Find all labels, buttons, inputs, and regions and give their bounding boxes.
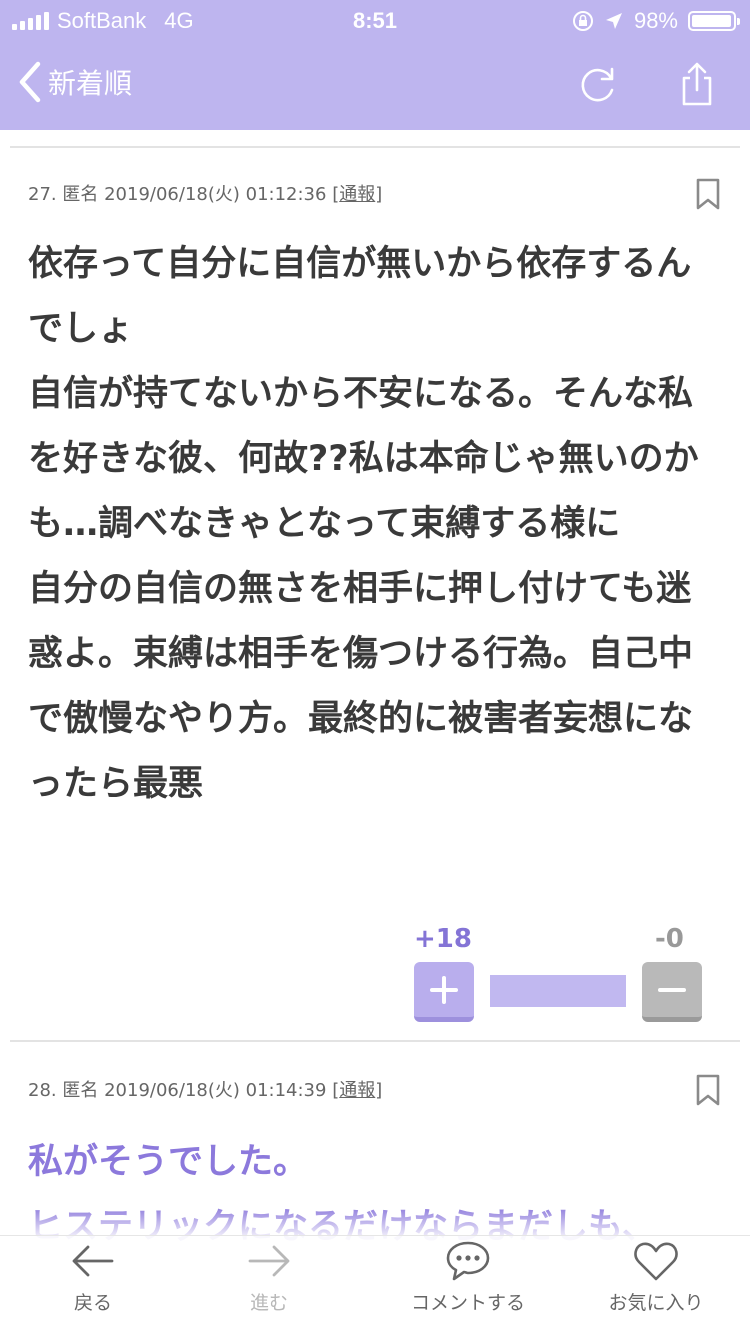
battery-icon	[688, 11, 740, 31]
tab-favorites[interactable]: お気に入り	[596, 1236, 716, 1334]
comment-meta: 28. 匿名 2019/06/18(火) 01:14:39 [通報]	[28, 1076, 382, 1102]
navigation-bar: 新着順	[0, 42, 750, 130]
orientation-lock-icon	[572, 11, 593, 31]
bookmark-icon[interactable]	[696, 1074, 720, 1106]
chevron-left-icon	[19, 61, 41, 103]
status-bar: SoftBank 4G 8:51 98%	[0, 0, 750, 42]
comment-author: 匿名	[62, 184, 99, 205]
comment-number: 27.	[28, 184, 57, 205]
share-icon[interactable]	[673, 60, 721, 108]
back-button[interactable]: 新着順	[14, 58, 132, 106]
comment-date: 2019/06/18(火) 01:14:39	[104, 1080, 327, 1101]
plus-vote-count: +18	[414, 924, 472, 954]
minus-vote-button[interactable]	[642, 962, 702, 1022]
tab-back[interactable]: 戻る	[40, 1236, 146, 1334]
back-label: 新着順	[48, 67, 133, 100]
report-link[interactable]: 通報	[339, 1080, 375, 1101]
heart-icon	[634, 1242, 678, 1281]
arrow-left-icon	[72, 1245, 114, 1277]
tab-label: コメントする	[410, 1292, 525, 1314]
vote-ratio-bar	[490, 975, 626, 1007]
refresh-icon[interactable]	[574, 60, 622, 108]
tab-label: 進む	[249, 1292, 288, 1314]
divider	[10, 1040, 740, 1042]
comment-date: 2019/06/18(火) 01:12:36	[104, 184, 327, 205]
comment-author: 匿名	[62, 1080, 99, 1101]
speech-bubble-icon	[446, 1241, 490, 1281]
location-arrow-icon	[605, 13, 622, 29]
comment-meta: 27. 匿名 2019/06/18(火) 01:12:36 [通報]	[28, 180, 382, 206]
bookmark-icon[interactable]	[696, 178, 720, 210]
report-close: ]	[375, 1080, 383, 1101]
comment-body: 依存って自分に自信が無いから依存するんでしょ 自信が持てないから不安になる。そん…	[28, 244, 699, 804]
tab-label: お気に入り	[608, 1292, 704, 1314]
plus-vote-button[interactable]	[414, 962, 474, 1022]
report-link[interactable]: 通報	[339, 184, 375, 205]
vote-ratio-fill	[490, 975, 626, 1007]
tab-label: 戻る	[73, 1292, 112, 1314]
plus-icon	[430, 975, 458, 1004]
scroll-fade	[0, 1206, 750, 1236]
battery-percent: 98%	[633, 8, 678, 33]
arrow-right-icon	[248, 1245, 290, 1277]
report-close: ]	[375, 184, 383, 205]
bottom-toolbar: 戻る 進む コメントする お気に入り	[0, 1235, 750, 1334]
tab-forward[interactable]: 進む	[216, 1236, 322, 1334]
tab-comment[interactable]: コメントする	[400, 1236, 536, 1334]
comment-number: 28.	[28, 1080, 57, 1101]
minus-vote-count: -0	[655, 924, 684, 954]
divider	[10, 146, 740, 148]
minus-icon	[658, 987, 686, 992]
